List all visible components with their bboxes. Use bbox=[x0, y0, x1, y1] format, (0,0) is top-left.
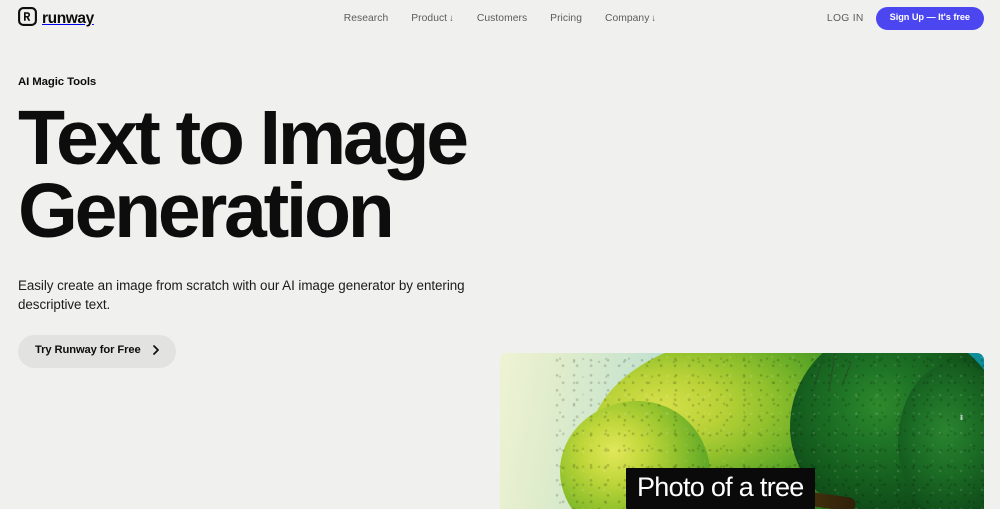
chevron-right-icon bbox=[152, 344, 161, 358]
nav-item-product[interactable]: Product ↓ bbox=[411, 13, 454, 24]
nav-item-product-label: Product bbox=[411, 13, 448, 24]
main-navigation: Research Product ↓ Customers Pricing Com… bbox=[344, 13, 656, 24]
hero-description: Easily create an image from scratch with… bbox=[18, 277, 465, 312]
chevron-down-icon: ↓ bbox=[449, 13, 454, 24]
nav-item-company-label: Company bbox=[604, 13, 650, 24]
nav-item-pricing-label: Pricing bbox=[550, 13, 582, 24]
page-title: Text to Image Generation bbox=[18, 95, 982, 254]
eyebrow-label: AI Magic Tools bbox=[18, 76, 97, 88]
hero-copy-column: Easily create an image from scratch with… bbox=[18, 276, 473, 368]
chevron-down-icon: ↓ bbox=[651, 13, 657, 24]
nav-item-customers[interactable]: Customers bbox=[477, 13, 527, 24]
hero-image: Photo of a tree bbox=[500, 353, 984, 509]
nav-item-customers-label: Customers bbox=[476, 13, 528, 24]
login-link[interactable]: LOG IN bbox=[827, 13, 864, 24]
cta-label: Try Runway for Free bbox=[35, 344, 141, 357]
nav-item-company[interactable]: Company ↓ bbox=[605, 13, 656, 24]
header-actions: LOG IN Sign Up — It's free bbox=[827, 7, 984, 30]
brand-name: runway bbox=[42, 10, 94, 28]
page-title-line-1: Text to Image bbox=[18, 95, 469, 181]
nav-item-research-label: Research bbox=[343, 13, 389, 24]
image-caption-band: Photo of a tree bbox=[626, 468, 815, 509]
site-header: runway Research Product ↓ Customers Pric… bbox=[0, 0, 1000, 37]
page-title-line-2: Generation bbox=[18, 167, 395, 254]
runway-logo-icon bbox=[18, 6, 37, 31]
nav-item-research[interactable]: Research bbox=[344, 13, 388, 24]
nav-item-pricing[interactable]: Pricing bbox=[550, 13, 582, 24]
bird-icon bbox=[955, 415, 968, 420]
sign-up-button[interactable]: Sign Up — It's free bbox=[875, 7, 984, 30]
brand-logo[interactable]: runway bbox=[18, 6, 94, 31]
hero-section: AI Magic Tools Text to Image Generation … bbox=[0, 76, 1000, 509]
image-caption-text: Photo of a tree bbox=[637, 472, 804, 502]
try-runway-for-free-button[interactable]: Try Runway for Free bbox=[18, 334, 176, 368]
